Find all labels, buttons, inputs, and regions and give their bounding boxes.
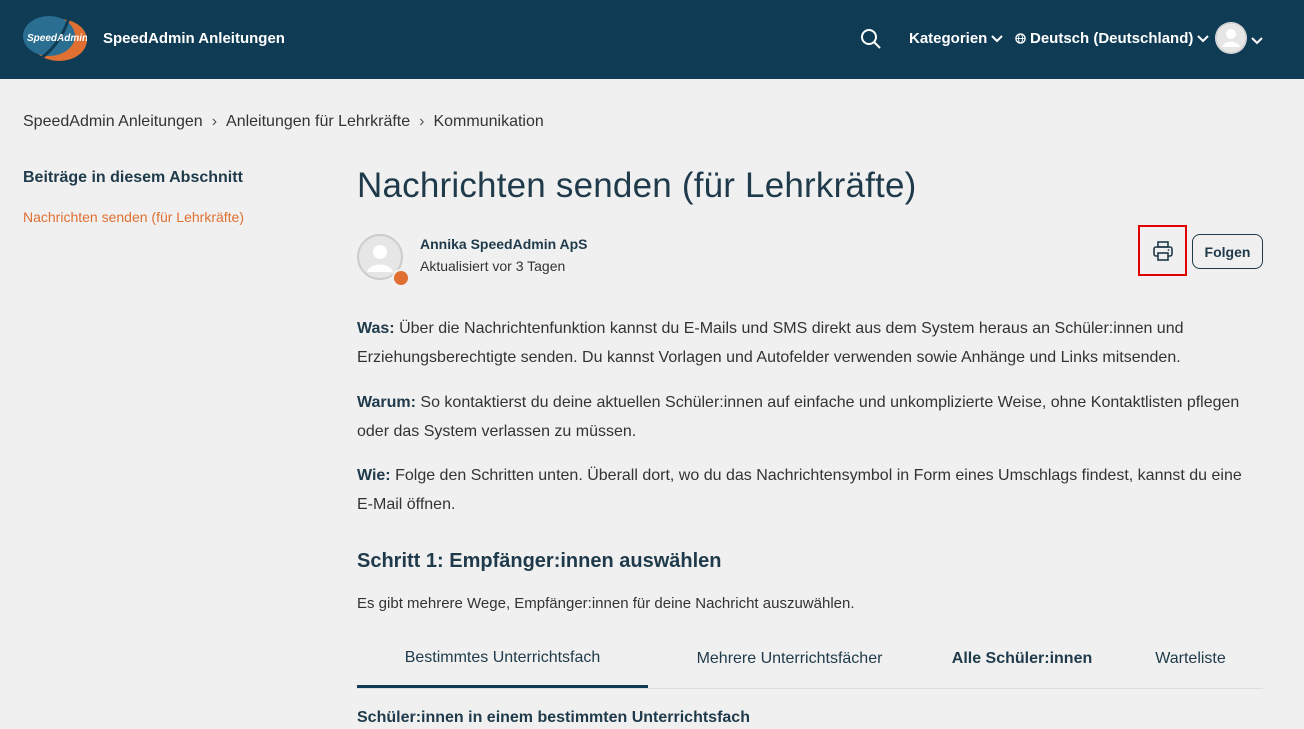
tab-all-students[interactable]: Alle Schüler:innen xyxy=(931,630,1113,688)
tab-multiple-subjects[interactable]: Mehrere Unterrichtsfächer xyxy=(648,630,931,688)
paragraph-text: So kontaktierst du deine aktuellen Schül… xyxy=(357,394,1240,440)
paragraph-text: Folge den Schritten unten. Überall dort,… xyxy=(357,467,1242,513)
user-menu-chevron-icon[interactable] xyxy=(1251,32,1263,50)
breadcrumb-item-communication[interactable]: Kommunikation xyxy=(433,113,543,131)
tab-waitlist[interactable]: Warteliste xyxy=(1113,630,1268,688)
user-avatar[interactable] xyxy=(1215,22,1247,54)
breadcrumb-item-home[interactable]: SpeedAdmin Anleitungen xyxy=(23,113,203,131)
brand-name[interactable]: SpeedAdmin Anleitungen xyxy=(103,30,285,47)
page-title: Nachrichten senden (für Lehrkräfte) xyxy=(357,166,917,205)
tab-specific-subject[interactable]: Bestimmtes Unterrichtsfach xyxy=(357,630,648,688)
step-1-intro: Es gibt mehrere Wege, Empfänger:innen fü… xyxy=(357,595,855,612)
updated-timestamp: Aktualisiert vor 3 Tagen xyxy=(420,258,566,274)
sidebar-item-active-article[interactable]: Nachrichten senden (für Lehrkräfte) xyxy=(23,209,244,225)
chevron-down-icon xyxy=(991,34,1004,42)
paragraph-how: Wie: Folge den Schritten unten. Überall … xyxy=(357,461,1262,519)
paragraph-label: Warum: xyxy=(357,394,416,411)
print-button[interactable] xyxy=(1138,225,1187,276)
speedadmin-logo[interactable]: SpeedAdmin xyxy=(23,14,88,62)
paragraph-text: Über die Nachrichtenfunktion kannst du E… xyxy=(357,320,1184,366)
categories-menu[interactable]: Kategorien xyxy=(909,30,1004,47)
follow-button[interactable]: Folgen xyxy=(1192,234,1263,269)
user-icon xyxy=(1215,22,1247,54)
author-badge-icon xyxy=(392,269,410,287)
search-icon[interactable] xyxy=(860,28,882,50)
breadcrumb-item-teachers[interactable]: Anleitungen für Lehrkräfte xyxy=(226,113,410,131)
categories-label: Kategorien xyxy=(909,30,988,47)
globe-icon xyxy=(1015,33,1026,44)
language-label: Deutsch (Deutschland) xyxy=(1030,30,1194,47)
paragraph-what: Was: Über die Nachrichtenfunktion kannst… xyxy=(357,314,1262,372)
breadcrumb: SpeedAdmin Anleitungen › Anleitungen für… xyxy=(23,113,544,131)
breadcrumb-separator: › xyxy=(211,113,218,130)
sidebar-title: Beiträge in diesem Abschnitt xyxy=(23,169,243,186)
paragraph-why: Warum: So kontaktierst du deine aktuelle… xyxy=(357,388,1262,446)
breadcrumb-separator: › xyxy=(419,113,425,130)
language-selector[interactable]: Deutsch (Deutschland) xyxy=(1015,30,1210,47)
step-1-heading: Schritt 1: Empfänger:innen auswählen xyxy=(357,550,722,572)
logo-text: SpeedAdmin xyxy=(27,33,87,44)
recipient-tabs: Bestimmtes Unterrichtsfach Mehrere Unter… xyxy=(357,630,1263,689)
printer-icon xyxy=(1152,240,1173,261)
chevron-down-icon xyxy=(1197,34,1210,42)
top-navigation-bar: SpeedAdmin SpeedAdmin Anleitungen Katego… xyxy=(0,0,1304,79)
tab-content-heading: Schüler:innen in einem bestimmten Unterr… xyxy=(357,709,750,726)
paragraph-label: Wie: xyxy=(357,467,391,484)
author-name[interactable]: Annika SpeedAdmin ApS xyxy=(420,236,588,252)
paragraph-label: Was: xyxy=(357,320,395,337)
